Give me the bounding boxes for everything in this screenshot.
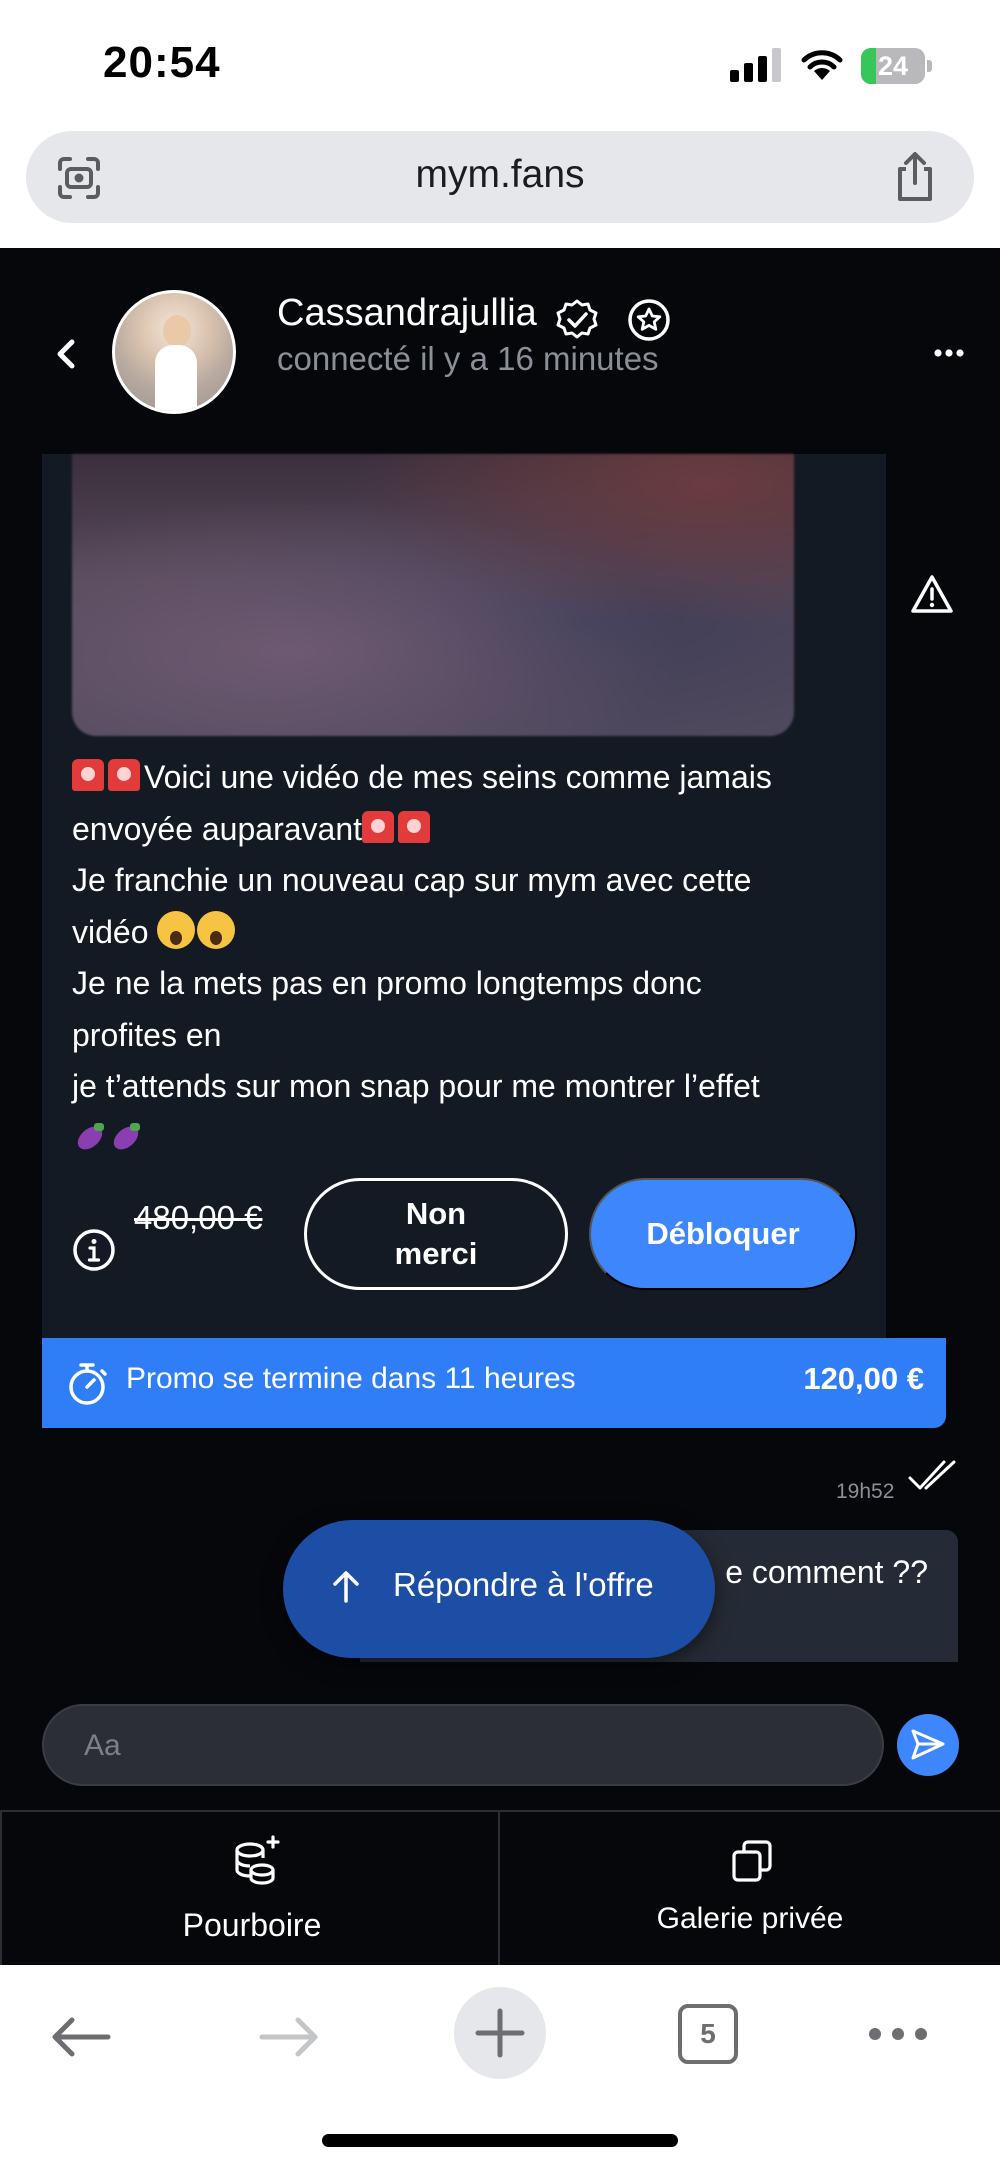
tabs-button[interactable]: 5 — [678, 2004, 738, 2064]
star-badge-icon — [628, 299, 670, 341]
cellular-signal-icon — [730, 48, 782, 82]
paid-offer-card: Voici une vidéo de mes seins comme jamai… — [42, 454, 886, 1340]
timer-icon — [69, 1363, 107, 1405]
avatar[interactable] — [112, 290, 236, 414]
private-gallery-button[interactable]: Galerie privée — [500, 1812, 1000, 1965]
send-icon — [911, 1729, 945, 1760]
siren-emoji-icon — [108, 759, 140, 791]
more-options-icon[interactable] — [934, 348, 964, 358]
gallery-label: Galerie privée — [656, 1902, 844, 1935]
wifi-icon — [801, 50, 843, 80]
more-icon[interactable] — [868, 2027, 928, 2041]
siren-emoji-icon — [362, 810, 394, 843]
address-bar[interactable]: mym.fans — [26, 131, 974, 223]
plus-icon — [475, 2008, 525, 2058]
read-receipt-icon — [908, 1460, 956, 1490]
url-text: mym.fans — [415, 153, 585, 196]
eggplant-emoji-icon — [108, 1121, 142, 1155]
message-input-wrapper — [42, 1704, 884, 1786]
decline-button[interactable]: Non merci — [304, 1178, 568, 1290]
share-icon[interactable] — [892, 151, 938, 203]
tip-label: Pourboire — [182, 1907, 322, 1943]
message-input[interactable] — [84, 1724, 844, 1768]
siren-emoji-icon — [72, 759, 104, 791]
scared-face-emoji-icon — [157, 910, 196, 949]
blurred-video-preview[interactable] — [72, 454, 794, 736]
verified-badge-icon — [556, 299, 598, 339]
original-price: 480,00 € — [134, 1199, 263, 1236]
sent-message-text: e comment ?? — [725, 1554, 928, 1590]
siren-emoji-icon — [398, 810, 430, 843]
offer-message: Voici une vidéo de mes seins comme jamai… — [72, 752, 862, 1164]
scared-face-emoji-icon — [197, 910, 236, 949]
reply-to-offer-button[interactable]: Répondre à l'offre — [283, 1520, 715, 1658]
new-tab-button[interactable] — [454, 1987, 546, 2079]
message-timestamp: 19h52 — [836, 1480, 895, 1503]
battery-level: 24 — [877, 51, 909, 81]
status-bar: 20:54 24 — [0, 0, 1000, 130]
report-warning-icon[interactable] — [910, 574, 954, 614]
home-indicator — [322, 2134, 678, 2147]
coins-plus-icon — [235, 1835, 280, 1885]
arrow-up-icon — [333, 1571, 359, 1603]
info-icon[interactable] — [72, 1228, 116, 1272]
reply-to-offer-label: Répondre à l'offre — [393, 1566, 654, 1603]
chat-screen: Cassandrajullia connecté il y a 16 minut… — [0, 248, 1000, 1965]
send-button[interactable] — [897, 1714, 959, 1776]
last-seen-status: connecté il y a 16 minutes — [277, 340, 659, 377]
battery-icon: 24 — [861, 48, 933, 84]
gallery-copy-icon — [732, 1840, 772, 1882]
creator-name[interactable]: Cassandrajullia — [277, 292, 537, 335]
promo-price: 120,00 € — [803, 1361, 924, 1396]
promo-text: Promo se termine dans 11 heures — [126, 1362, 576, 1395]
back-arrow-icon[interactable] — [50, 2015, 112, 2059]
promo-banner: Promo se termine dans 11 heures 120,00 € — [42, 1338, 946, 1428]
back-chevron-icon[interactable] — [52, 334, 82, 374]
eggplant-emoji-icon — [72, 1121, 106, 1155]
tip-button[interactable]: Pourboire — [0, 1812, 500, 1965]
forward-arrow-icon[interactable] — [258, 2015, 320, 2059]
status-time: 20:54 — [103, 38, 221, 87]
bottom-action-bar: Pourboire Galerie privée — [0, 1810, 1000, 1965]
unlock-button[interactable]: Débloquer — [589, 1178, 857, 1290]
